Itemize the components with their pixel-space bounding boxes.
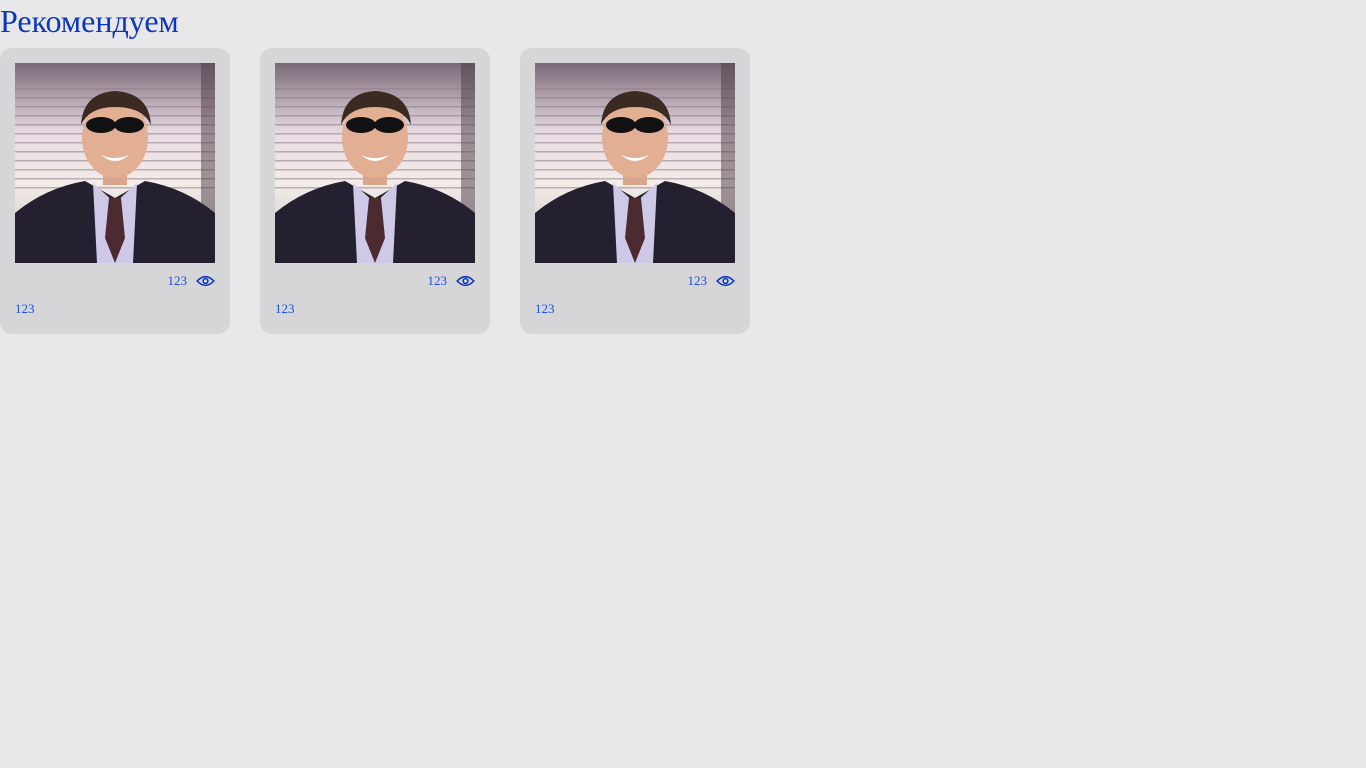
card-photo[interactable] <box>15 63 215 263</box>
eye-icon <box>716 275 735 287</box>
eye-icon <box>196 275 215 287</box>
view-count: 123 <box>687 273 708 288</box>
recommendation-card[interactable]: 123 123 <box>520 48 750 334</box>
card-views: 123 <box>428 272 476 290</box>
recommendation-card[interactable]: 123 123 <box>260 48 490 334</box>
recommendation-list: 123 123 123 123 123 123 <box>0 48 750 334</box>
card-photo[interactable] <box>535 63 735 263</box>
view-count: 123 <box>427 273 448 288</box>
card-caption[interactable]: 123 <box>15 300 35 318</box>
card-views: 123 <box>688 272 736 290</box>
view-count: 123 <box>167 273 188 288</box>
section-title: Рекомендуем <box>0 3 179 39</box>
card-caption[interactable]: 123 <box>535 300 555 318</box>
card-views: 123 <box>168 272 216 290</box>
card-caption[interactable]: 123 <box>275 300 295 318</box>
eye-icon <box>456 275 475 287</box>
recommendation-card[interactable]: 123 123 <box>0 48 230 334</box>
card-photo[interactable] <box>275 63 475 263</box>
